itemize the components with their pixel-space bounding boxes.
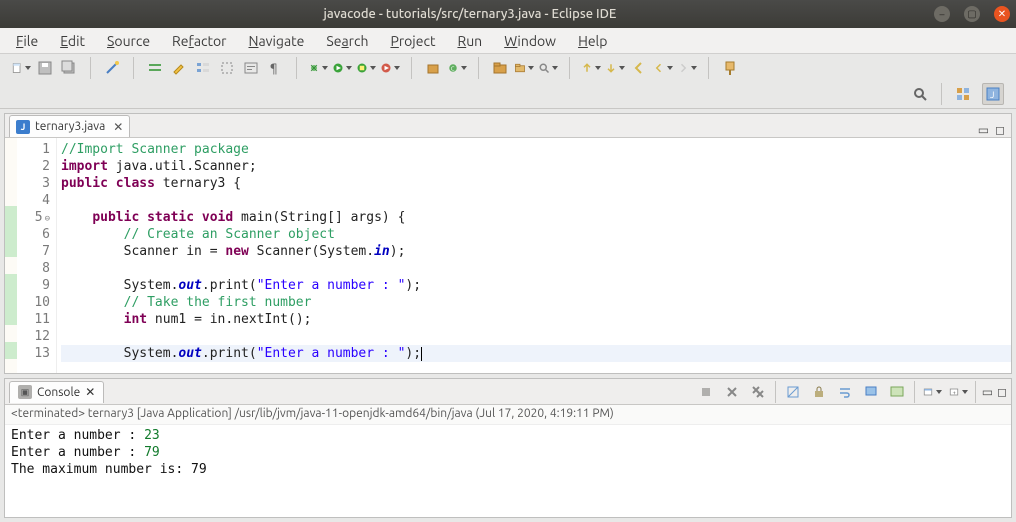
svg-text:C: C (451, 65, 455, 72)
pin-editor-button[interactable] (719, 57, 741, 79)
open-task-button[interactable] (513, 57, 535, 79)
new-class-button[interactable]: C (446, 57, 468, 79)
run-button[interactable] (331, 57, 353, 79)
back-history-button[interactable] (652, 57, 674, 79)
console-tab-label: Console (37, 386, 80, 399)
pilcrow-icon[interactable]: ¶ (264, 57, 286, 79)
editor-tab-ternary3[interactable]: J ternary3.java ✕ (9, 115, 130, 137)
wand-icon[interactable] (101, 57, 123, 79)
menu-source[interactable]: Source (97, 30, 160, 52)
word-wrap-button[interactable] (834, 381, 856, 403)
menu-window[interactable]: Window (494, 30, 566, 52)
window-controls: – ▢ ✕ (934, 6, 1010, 22)
editor-body[interactable]: 12345678910111213 //Import Scanner packa… (5, 138, 1011, 373)
main-toolbar: ¶ C J (0, 54, 1016, 109)
code-area[interactable]: //Import Scanner packageimport java.util… (57, 138, 1011, 373)
menu-edit[interactable]: Edit (50, 30, 95, 52)
menubar: FileEditSourceRefactorNavigateSearchProj… (0, 28, 1016, 54)
maximize-pane-icon[interactable]: ◻ (995, 123, 1005, 137)
java-file-icon: J (16, 120, 30, 134)
search-button[interactable] (537, 57, 559, 79)
show-whitespace-icon[interactable] (240, 57, 262, 79)
new-button[interactable] (10, 57, 32, 79)
menu-file[interactable]: File (6, 30, 48, 52)
console-tabbar: ▣ Console ✕ + ▭ ◻ (5, 379, 1011, 405)
run-external-button[interactable] (379, 57, 401, 79)
remove-all-button[interactable] (747, 381, 769, 403)
console-status: <terminated> ternary3 [Java Application]… (5, 405, 1011, 425)
close-tab-icon[interactable]: ✕ (113, 120, 123, 134)
minimize-button[interactable]: – (934, 6, 950, 22)
clear-console-button[interactable] (782, 381, 804, 403)
forward-button[interactable] (676, 57, 698, 79)
save-button[interactable] (34, 57, 56, 79)
menu-refactor[interactable]: Refactor (162, 30, 236, 52)
open-type-button[interactable] (489, 57, 511, 79)
block-select-icon[interactable] (216, 57, 238, 79)
menu-project[interactable]: Project (380, 30, 445, 52)
minimize-pane-icon[interactable]: ▭ (978, 123, 989, 137)
minimize-console-icon[interactable]: ▭ (982, 385, 993, 399)
window-titlebar: javacode - tutorials/src/ternary3.java -… (0, 0, 1016, 28)
toggle-comment-button[interactable] (144, 57, 166, 79)
save-all-button[interactable] (58, 57, 80, 79)
console-pane: ▣ Console ✕ + ▭ ◻ <terminated> ternary3 … (4, 378, 1012, 518)
scroll-lock-button[interactable] (808, 381, 830, 403)
terminate-button[interactable] (695, 381, 717, 403)
next-annotation-button[interactable] (604, 57, 626, 79)
remove-launch-button[interactable] (721, 381, 743, 403)
editor-tab-label: ternary3.java (35, 120, 105, 133)
highlight-icon[interactable] (168, 57, 190, 79)
display-selected-console-button[interactable] (921, 381, 943, 403)
svg-text:¶: ¶ (270, 62, 278, 75)
close-button[interactable]: ✕ (994, 6, 1010, 22)
maximize-button[interactable]: ▢ (964, 6, 980, 22)
left-ruler (5, 138, 17, 373)
console-output[interactable]: Enter a number : 23Enter a number : 79Th… (5, 425, 1011, 517)
open-perspective-button[interactable] (952, 83, 974, 105)
editor-tabbar: J ternary3.java ✕ ▭ ◻ (5, 114, 1011, 138)
debug-button[interactable] (307, 57, 329, 79)
menu-search[interactable]: Search (316, 30, 378, 52)
editor-pane: J ternary3.java ✕ ▭ ◻ 12345678910111213 … (4, 113, 1012, 374)
menu-run[interactable]: Run (447, 30, 492, 52)
java-perspective-button[interactable]: J (982, 83, 1004, 105)
pin-console-button[interactable] (860, 381, 882, 403)
search-icon[interactable] (909, 83, 931, 105)
menu-help[interactable]: Help (568, 30, 617, 52)
show-console-on-output-button[interactable] (886, 381, 908, 403)
svg-text:J: J (990, 90, 994, 100)
new-package-button[interactable] (422, 57, 444, 79)
line-number-gutter: 12345678910111213 (17, 138, 57, 373)
coverage-button[interactable] (355, 57, 377, 79)
maximize-console-icon[interactable]: ◻ (997, 385, 1007, 399)
outline-icon[interactable] (192, 57, 214, 79)
window-title: javacode - tutorials/src/ternary3.java -… (6, 7, 934, 21)
menu-navigate[interactable]: Navigate (239, 30, 315, 52)
back-button[interactable] (628, 57, 650, 79)
prev-annotation-button[interactable] (580, 57, 602, 79)
close-view-icon[interactable]: ✕ (85, 385, 95, 399)
console-icon: ▣ (18, 385, 32, 399)
open-console-button[interactable]: + (947, 381, 969, 403)
console-tab[interactable]: ▣ Console ✕ (9, 381, 104, 403)
